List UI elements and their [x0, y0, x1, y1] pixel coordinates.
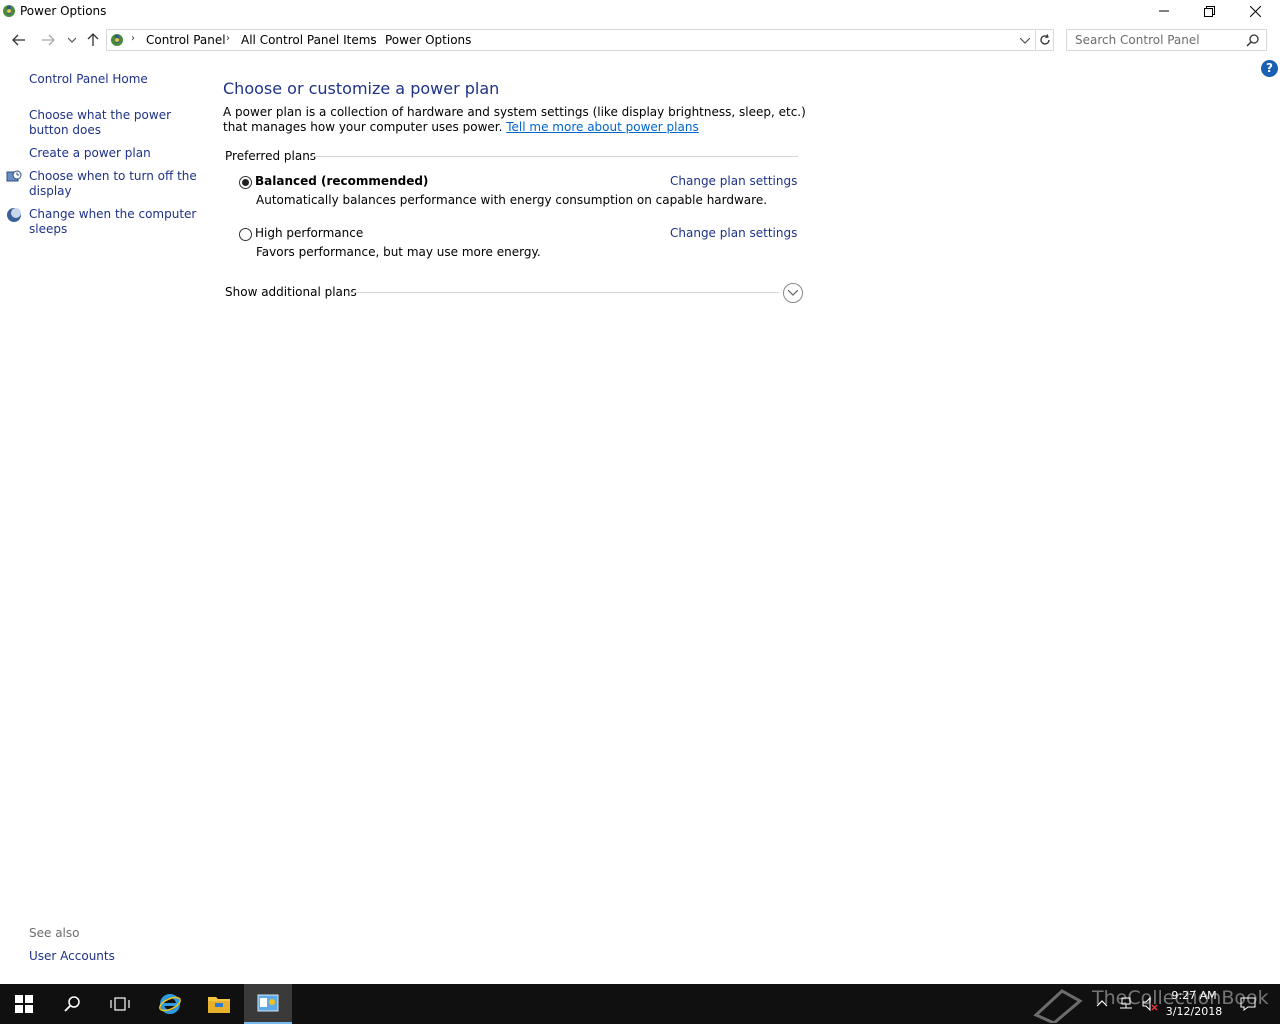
- see-also-user-accounts[interactable]: User Accounts: [29, 949, 115, 963]
- control-panel-icon: [109, 32, 125, 48]
- see-also-heading: See also: [29, 926, 80, 940]
- moon-icon: [6, 207, 22, 223]
- address-bar[interactable]: › Control Panel › All Control Panel Item…: [106, 29, 1036, 51]
- learn-more-link[interactable]: Tell me more about power plans: [506, 120, 698, 134]
- page-title: Choose or customize a power plan: [223, 79, 500, 98]
- chevron-right-icon[interactable]: ›: [226, 33, 230, 44]
- breadcrumb-power-options[interactable]: Power Options: [385, 33, 471, 47]
- plan-name-balanced[interactable]: Balanced (recommended): [255, 174, 428, 188]
- plan-name-high-performance[interactable]: High performance: [255, 226, 363, 240]
- restore-button[interactable]: [1186, 0, 1232, 22]
- plan-radio-high-performance[interactable]: [239, 228, 252, 241]
- search-input[interactable]: Search Control Panel: [1066, 29, 1267, 51]
- title-bar: Power Options: [0, 0, 1280, 24]
- show-additional-plans[interactable]: Show additional plans: [225, 285, 357, 299]
- radio-selected-dot: [242, 179, 249, 186]
- divider: [349, 292, 779, 293]
- task-view-button[interactable]: [96, 984, 144, 1024]
- book-logo-icon: [1032, 985, 1084, 1026]
- search-placeholder: Search Control Panel: [1075, 33, 1200, 47]
- sidebar-item-computer-sleeps[interactable]: Change when the computer sleeps: [29, 207, 199, 237]
- window-title: Power Options: [20, 4, 107, 18]
- change-plan-settings-balanced[interactable]: Change plan settings: [670, 174, 797, 188]
- clock[interactable]: 9:27 AM 3/12/2018: [1162, 988, 1226, 1020]
- refresh-button[interactable]: [1036, 29, 1054, 51]
- start-button[interactable]: [0, 984, 48, 1024]
- chevron-up-icon[interactable]: [1096, 996, 1112, 1012]
- plan-description-high-performance: Favors performance, but may use more ene…: [256, 245, 541, 259]
- action-center-icon[interactable]: [1240, 996, 1256, 1012]
- network-icon[interactable]: [1118, 996, 1134, 1012]
- preferred-plans-heading: Preferred plans: [225, 149, 317, 163]
- close-button[interactable]: [1232, 0, 1278, 22]
- plan-description-balanced: Automatically balances performance with …: [256, 193, 768, 207]
- chevron-right-icon[interactable]: ›: [131, 33, 135, 44]
- forward-button[interactable]: [38, 30, 58, 50]
- chevron-right-icon[interactable]: ›: [370, 33, 374, 44]
- power-options-icon: [1, 3, 17, 19]
- sidebar-item-turn-off-display[interactable]: Choose when to turn off the display: [29, 169, 199, 199]
- minimize-button[interactable]: [1141, 0, 1187, 22]
- clock-time: 9:27 AM: [1171, 989, 1217, 1002]
- breadcrumb-control-panel[interactable]: Control Panel: [146, 33, 226, 47]
- file-explorer-icon: [208, 997, 230, 1013]
- breadcrumb-all-control-panel-items[interactable]: All Control Panel Items: [241, 33, 377, 47]
- internet-explorer-button[interactable]: [146, 984, 194, 1024]
- task-view-icon: [110, 997, 130, 1011]
- sidebar-item-control-panel-home[interactable]: Control Panel Home: [29, 72, 199, 87]
- internet-explorer-icon: [159, 994, 181, 1014]
- help-icon[interactable]: ?: [1261, 60, 1278, 77]
- up-button[interactable]: [83, 30, 103, 50]
- taskbar: TheCollectionBook 9:27 AM 3/12/2018: [0, 984, 1280, 1026]
- taskbar-search-button[interactable]: [48, 984, 96, 1024]
- clock-date: 3/12/2018: [1165, 1005, 1223, 1018]
- expand-additional-plans-button[interactable]: [783, 283, 803, 303]
- page-description: A power plan is a collection of hardware…: [223, 105, 813, 135]
- chevron-down-icon: [788, 290, 798, 296]
- sidebar-item-create-plan[interactable]: Create a power plan: [29, 146, 199, 161]
- plan-radio-balanced[interactable]: [239, 176, 252, 189]
- search-icon[interactable]: [1246, 33, 1260, 50]
- search-icon: [64, 996, 80, 1012]
- control-panel-taskbar-button[interactable]: [244, 984, 292, 1024]
- back-button[interactable]: [9, 30, 29, 50]
- recent-locations-button[interactable]: [62, 30, 82, 50]
- start-icon: [15, 995, 33, 1013]
- change-plan-settings-high-performance[interactable]: Change plan settings: [670, 226, 797, 240]
- divider: [311, 156, 798, 157]
- volume-muted-icon[interactable]: [1142, 996, 1158, 1012]
- sidebar-item-power-button[interactable]: Choose what the power button does: [29, 108, 199, 138]
- address-dropdown-button[interactable]: [1019, 33, 1034, 47]
- control-panel-icon: [257, 994, 279, 1012]
- display-clock-icon: [6, 169, 22, 185]
- file-explorer-button[interactable]: [195, 984, 243, 1024]
